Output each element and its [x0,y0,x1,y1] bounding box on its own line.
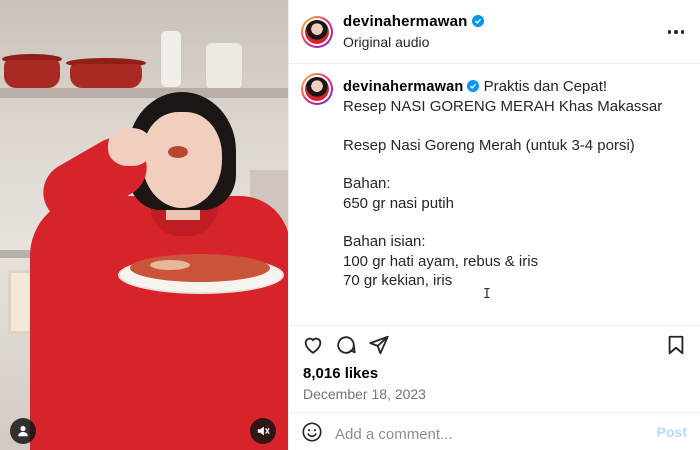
like-button[interactable] [302,334,326,358]
comment-input[interactable] [335,423,635,445]
comment-bar: Post [289,412,700,450]
face [142,112,222,208]
author-username[interactable]: devinahermawan [343,13,468,30]
emoji-icon [302,422,322,442]
mute-toggle-button[interactable] [250,418,276,444]
caption-section: devinahermawan Praktis dan Cepat! Resep … [289,65,700,325]
verified-icon [471,15,484,27]
action-bar [289,325,700,363]
post-header: devinahermawan Original audio [289,0,700,64]
red-pot [4,60,60,88]
bookmark-icon [668,335,684,355]
caption-username[interactable]: devinahermawan [343,79,463,95]
author-username-row: devinahermawan [343,13,484,30]
post-panel: devinahermawan Original audio devinaherm… [288,0,700,450]
share-icon [369,335,389,355]
more-options-button[interactable] [665,22,687,42]
caption-text-block: devinahermawan Praktis dan Cepat! Resep … [343,77,683,290]
text-cursor: I [483,287,491,302]
heart-icon [304,337,322,354]
likes-count[interactable]: 8,016 likes [303,365,378,382]
comment-button[interactable] [335,334,359,358]
red-pot [70,64,142,88]
verified-icon [467,80,480,92]
emoji-button[interactable] [301,421,325,445]
save-button[interactable] [665,334,689,358]
share-button[interactable] [368,334,392,358]
caption-text: Praktis dan Cepat! Resep NASI GORENG MER… [343,78,663,289]
shelf [0,88,288,98]
post-date[interactable]: December 18, 2023 [303,386,426,402]
post-comment-button[interactable]: Post [657,424,687,440]
comment-icon [337,336,356,354]
caption-avatar[interactable] [301,73,333,105]
post-video[interactable] [0,0,288,450]
audio-label[interactable]: Original audio [343,34,429,50]
tagged-user-button[interactable] [10,418,36,444]
mute-icon [257,426,270,436]
jar [205,42,243,90]
jar [160,30,182,88]
fried-rice [130,254,270,282]
user-icon [18,425,28,437]
hand [108,128,152,166]
more-icon [667,30,672,34]
spoonful-of-rice [168,146,188,158]
red-shirt [30,196,288,450]
author-avatar[interactable] [301,16,333,48]
